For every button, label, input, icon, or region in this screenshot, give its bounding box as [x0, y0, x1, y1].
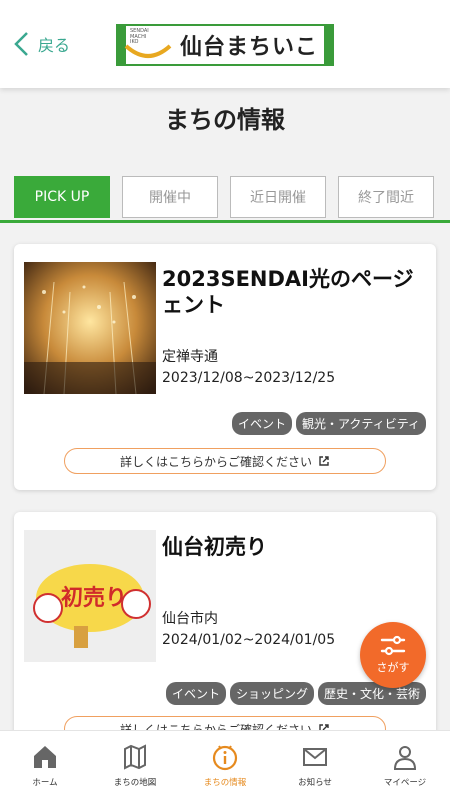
nav-label: まちの地図: [113, 778, 157, 788]
tag-badge: ショッピング: [229, 682, 314, 705]
nav-label: ホーム: [32, 778, 58, 788]
nav-item-info[interactable]: まちの情報: [180, 731, 270, 800]
event-title: 仙台初売り: [162, 535, 267, 559]
event-tags: イベント 観光・アクティビティ: [232, 412, 426, 435]
event-date: 2024/01/02~2024/01/05: [162, 632, 336, 648]
tabs-underline: [0, 220, 450, 223]
search-fab-label: さがす: [376, 661, 410, 674]
event-thumbnail: 初売り: [24, 530, 156, 662]
external-link-icon: [319, 456, 329, 466]
back-label: 戻る: [38, 36, 71, 55]
back-button[interactable]: 戻る: [12, 30, 70, 58]
nav-item-mypage[interactable]: マイページ: [360, 731, 450, 800]
nav-item-map[interactable]: まちの地図: [90, 731, 180, 800]
search-fab-button[interactable]: さがす: [360, 622, 426, 688]
nav-label: マイページ: [383, 778, 427, 788]
tab-ongoing[interactable]: 開催中: [122, 176, 218, 218]
event-thumbnail: [24, 262, 156, 394]
tag-badge: 観光・アクティビティ: [296, 412, 426, 435]
bottom-navigation: ホーム まちの地図 まちの情報 お知らせ マイページ: [0, 730, 450, 800]
app-header: 戻る SENDAI MACHI IKO 仙台まちいこ: [0, 0, 450, 88]
nav-label: まちの情報: [203, 778, 247, 788]
event-card[interactable]: 2023SENDAI光のページェント 定禅寺通 2023/12/08~2023/…: [14, 244, 436, 490]
event-date: 2023/12/08~2023/12/25: [162, 370, 336, 386]
chevron-left-icon: [14, 32, 28, 56]
details-link-button[interactable]: 詳しくはこちらからご確認ください: [64, 448, 386, 474]
tab-pickup[interactable]: PICK UP: [14, 176, 110, 218]
tag-badge: イベント: [232, 412, 293, 435]
nav-item-home[interactable]: ホーム: [0, 731, 90, 800]
page-title: まちの情報: [165, 106, 285, 134]
app-logo[interactable]: SENDAI MACHI IKO 仙台まちいこ: [116, 24, 334, 66]
logo-text: 仙台まちいこ: [180, 35, 319, 60]
person-icon: [393, 746, 417, 770]
thumbnail-caption: 初売り: [60, 586, 127, 611]
event-location: 仙台市内: [162, 611, 218, 627]
filter-tabs: PICK UP 開催中 近日開催 終了間近: [0, 176, 450, 222]
nav-label: お知らせ: [298, 778, 332, 788]
event-title: 2023SENDAI光のページェント: [162, 267, 414, 317]
logo-mark-icon: SENDAI MACHI IKO: [118, 26, 176, 64]
tab-upcoming[interactable]: 近日開催: [230, 176, 326, 218]
nav-item-notices[interactable]: お知らせ: [270, 731, 360, 800]
details-link-label: 詳しくはこちらからご確認ください: [119, 454, 312, 469]
map-icon: [124, 744, 146, 770]
tab-ending-soon[interactable]: 終了間近: [338, 176, 434, 218]
logo-bar-right: [324, 24, 334, 66]
tag-badge: イベント: [165, 682, 226, 705]
info-icon: [212, 745, 238, 771]
home-icon: [34, 746, 56, 768]
mail-icon: [303, 748, 327, 766]
event-location: 定禅寺通: [162, 349, 218, 365]
tag-badge: 歴史・文化・芸術: [317, 682, 426, 705]
filter-sliders-icon: [380, 635, 406, 656]
